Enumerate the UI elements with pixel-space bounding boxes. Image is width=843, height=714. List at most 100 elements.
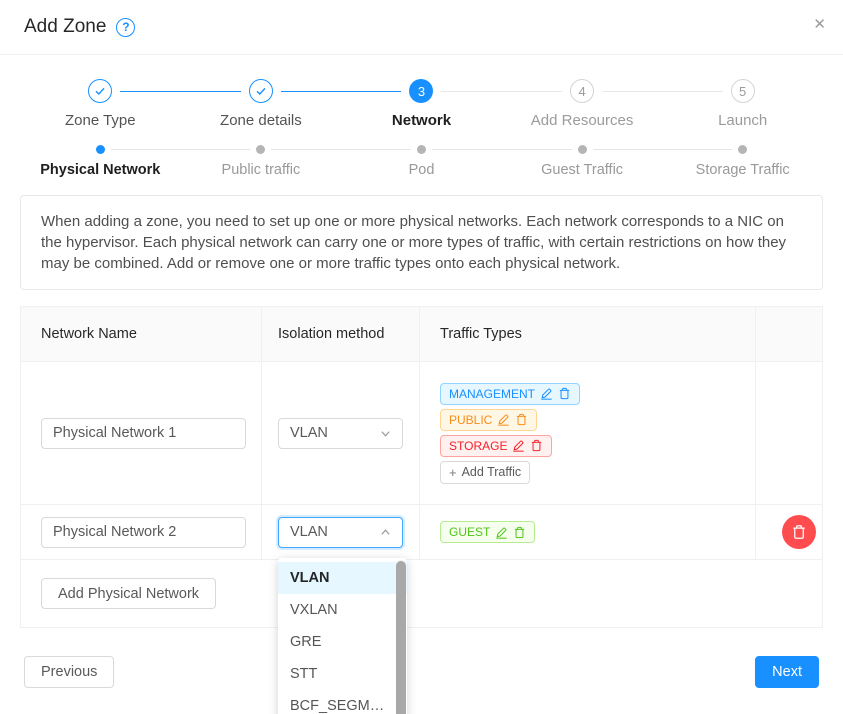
edit-icon[interactable]: [497, 413, 510, 426]
substep-connector: [111, 149, 181, 150]
traffic-tag-label: STORAGE: [449, 439, 507, 453]
step-number-icon: 4: [570, 79, 594, 103]
substep-connector: [662, 149, 732, 150]
chevron-up-icon: [380, 527, 391, 538]
network-name-input[interactable]: [41, 517, 246, 548]
plus-icon: +: [449, 465, 457, 480]
edit-icon[interactable]: [495, 526, 508, 539]
dropdown-scrollbar[interactable]: [396, 561, 406, 714]
traffic-tag: GUEST: [440, 521, 535, 543]
help-icon[interactable]: ?: [116, 18, 135, 37]
step-launch: 5 Launch: [662, 79, 823, 129]
step-connector: [763, 91, 823, 92]
step-connector: [181, 91, 241, 92]
substep-label: Guest Traffic: [502, 162, 663, 178]
table-row: VLAN GUEST: [21, 505, 822, 560]
network-name-cell: [21, 362, 262, 504]
substep-storage-traffic: Storage Traffic: [662, 145, 823, 178]
table-header-row: Network Name Isolation method Traffic Ty…: [21, 307, 822, 362]
dropdown-option-gre[interactable]: GRE: [278, 626, 407, 658]
column-header-traffic-types: Traffic Types: [420, 307, 756, 361]
step-connector: [662, 91, 722, 92]
traffic-tag: PUBLIC: [440, 409, 537, 431]
actions-cell: [756, 362, 822, 504]
network-name-input[interactable]: [41, 418, 246, 449]
isolation-method-select-open[interactable]: VLAN: [278, 517, 403, 548]
step-number-icon: 3: [409, 79, 433, 103]
edit-icon[interactable]: [540, 387, 553, 400]
step-connector: [120, 91, 180, 92]
isolation-method-dropdown: VLAN VXLAN GRE STT BCF_SEGM…: [278, 558, 407, 714]
next-button[interactable]: Next: [755, 656, 819, 688]
trash-icon: [791, 524, 807, 540]
substep-dot-icon: [578, 145, 587, 154]
step-number-icon: 5: [731, 79, 755, 103]
add-physical-network-button[interactable]: Add Physical Network: [41, 578, 216, 609]
substep-connector: [271, 149, 341, 150]
substep-guest-traffic: Guest Traffic: [502, 145, 663, 178]
chevron-down-icon: [380, 428, 391, 439]
edit-icon[interactable]: [512, 439, 525, 452]
select-value: VLAN: [290, 524, 328, 540]
traffic-tag-label: PUBLIC: [449, 413, 492, 427]
substep-pod: Pod: [341, 145, 502, 178]
substep-physical-network: Physical Network: [20, 145, 181, 178]
table-footer-cell: Add Physical Network: [21, 560, 822, 627]
step-connector: [20, 91, 80, 92]
trash-icon[interactable]: [530, 439, 543, 452]
traffic-types-cell: MANAGEMENT PUBLIC: [420, 362, 756, 504]
dialog-header: Add Zone ? ✕: [0, 0, 843, 55]
network-substeps: Physical Network Public traffic Pod Gues…: [0, 129, 843, 178]
step-connector: [441, 91, 501, 92]
step-label: Add Resources: [502, 112, 663, 129]
select-value: VLAN: [290, 425, 328, 441]
step-zone-type: Zone Type: [20, 79, 181, 129]
traffic-types-cell: GUEST: [420, 505, 756, 559]
step-network: 3 Network: [341, 79, 502, 129]
step-label: Zone Type: [20, 112, 181, 129]
previous-button[interactable]: Previous: [24, 656, 114, 688]
step-zone-details: Zone details: [181, 79, 342, 129]
network-name-cell: [21, 505, 262, 559]
close-icon[interactable]: ✕: [813, 17, 826, 32]
substep-connector: [593, 149, 663, 150]
page-title: Add Zone: [24, 16, 106, 38]
substep-dot-icon: [417, 145, 426, 154]
substep-connector: [20, 149, 90, 150]
substep-dot-icon: [738, 145, 747, 154]
substep-connector: [502, 149, 572, 150]
traffic-tag: STORAGE: [440, 435, 552, 457]
column-header-isolation-method: Isolation method: [262, 307, 420, 361]
step-connector: [341, 91, 401, 92]
traffic-tag: MANAGEMENT: [440, 383, 580, 405]
dropdown-option-bcf-segment[interactable]: BCF_SEGM…: [278, 690, 407, 714]
add-traffic-button[interactable]: + Add Traffic: [440, 461, 530, 484]
traffic-tag-label: GUEST: [449, 525, 490, 539]
dropdown-option-vxlan[interactable]: VXLAN: [278, 594, 407, 626]
actions-cell: [756, 505, 832, 559]
trash-icon[interactable]: [558, 387, 571, 400]
table-row: VLAN MANAGEMENT PUBLIC: [21, 362, 822, 505]
delete-network-button[interactable]: [782, 515, 816, 549]
trash-icon[interactable]: [515, 413, 528, 426]
substep-connector: [432, 149, 502, 150]
wizard-footer: Previous Next: [24, 656, 819, 688]
column-header-network-name: Network Name: [21, 307, 262, 361]
dropdown-option-vlan[interactable]: VLAN: [278, 562, 407, 594]
dropdown-option-stt[interactable]: STT: [278, 658, 407, 690]
wizard-steps: Zone Type Zone details 3 Network 4 Add R…: [0, 55, 843, 129]
check-circle-icon: [88, 79, 112, 103]
step-connector: [502, 91, 562, 92]
substep-connector: [753, 149, 823, 150]
trash-icon[interactable]: [513, 526, 526, 539]
column-header-actions: [756, 307, 822, 361]
step-label: Zone details: [181, 112, 342, 129]
step-label: Launch: [662, 112, 823, 129]
step-add-resources: 4 Add Resources: [502, 79, 663, 129]
isolation-method-select[interactable]: VLAN: [278, 418, 403, 449]
substep-label: Physical Network: [20, 162, 181, 178]
info-box: When adding a zone, you need to set up o…: [20, 195, 823, 290]
physical-networks-table: Network Name Isolation method Traffic Ty…: [20, 306, 823, 628]
substep-public-traffic: Public traffic: [181, 145, 342, 178]
step-connector: [281, 91, 341, 92]
